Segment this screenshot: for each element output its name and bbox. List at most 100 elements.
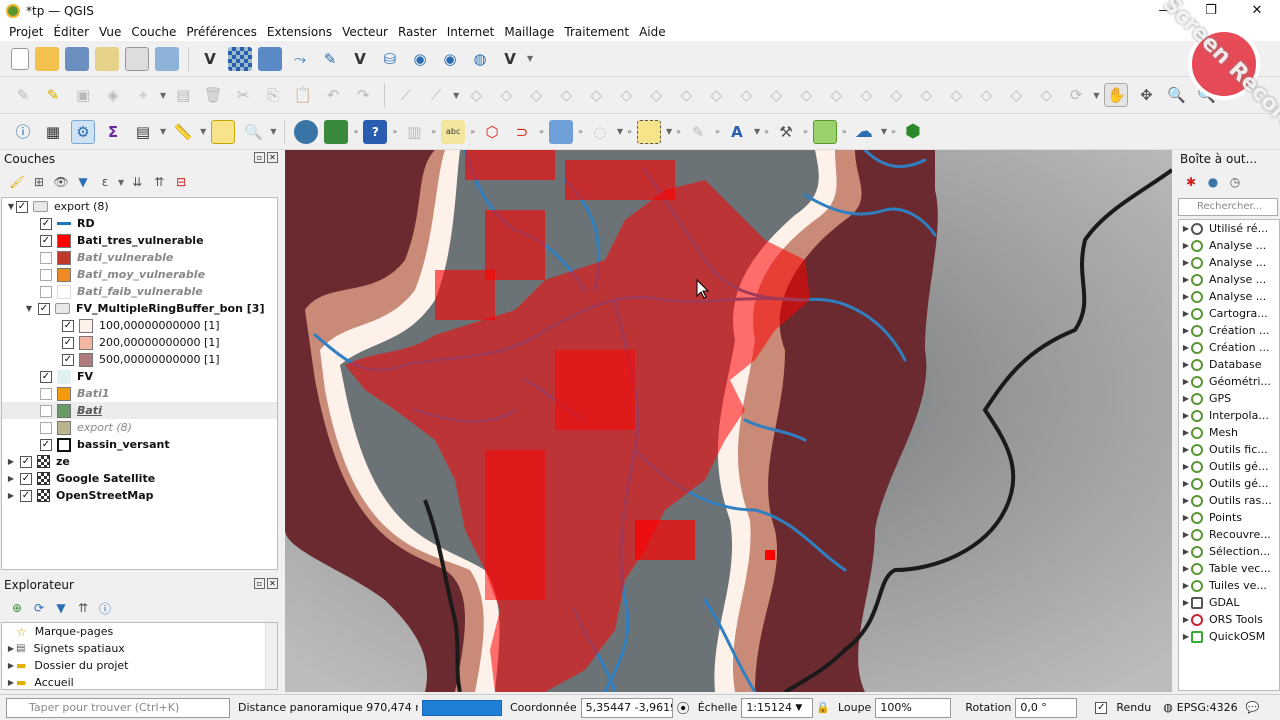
field-calculator-icon[interactable]: ▤ [131,120,155,144]
toggle-extents-icon[interactable]: ⦿ [677,698,690,717]
legend-checkbox[interactable]: ✓ [62,336,74,349]
menu-raster[interactable]: Raster [398,25,437,39]
layer-checkbox[interactable] [40,285,52,298]
chevron-down-icon[interactable]: ▼ [160,91,166,100]
python-scripts-icon[interactable]: ● [1204,173,1222,191]
annotation-icon[interactable]: ◌ [588,120,612,144]
toolbox-item[interactable]: ▶ Outils fic... [1179,441,1279,458]
layer-checkbox[interactable] [40,404,52,417]
layer-checkbox[interactable]: ✓ [40,370,52,383]
add-mesh-layer-icon[interactable] [258,46,282,71]
layer-checkbox[interactable] [40,268,52,281]
new-layer-icon[interactable]: V [498,47,522,71]
adv-tool-5-icon[interactable]: ◇ [584,83,608,107]
adv-tool-1-icon[interactable]: ◇ [464,83,488,107]
toolbox-item[interactable]: ▶ QuickOSM [1179,628,1279,645]
edit-pencil-icon[interactable]: ✎ [11,83,35,107]
python-console-icon[interactable] [294,119,319,144]
save-edits-icon[interactable]: ▣ [71,83,95,107]
add-spatialite-icon[interactable]: ✎ [318,47,342,71]
text-annotation-icon[interactable]: A [725,120,749,144]
toolbox-item[interactable]: ▶ Table vec... [1179,560,1279,577]
chevron-down-icon[interactable]: ▼ [200,127,206,136]
explorer-item-home[interactable]: ▶ ▬ Accueil [2,674,277,689]
expand-arrow-icon[interactable]: ▶ [1181,394,1191,403]
chevron-down-icon[interactable]: ▼ [881,127,887,136]
more-tools-icon[interactable]: » [676,127,681,136]
toolbox-item[interactable]: ▶ Points [1179,509,1279,526]
add-delimited-text-icon[interactable]: ⤳ [288,47,312,71]
more-tools-icon[interactable]: » [470,127,475,136]
menu-traitement[interactable]: Traitement [564,25,629,39]
layer-row-rd[interactable]: ✓ RD [2,215,277,232]
advanced-digitize-icon[interactable]: ✎ [686,120,710,144]
adv-tool-16-icon[interactable]: ◇ [914,83,938,107]
layer-row-ze[interactable]: ▶ ✓ ze [2,453,277,470]
layer-row-bati[interactable]: Bati [2,402,277,419]
properties-icon[interactable]: ⓘ [96,599,114,617]
legend-row-200[interactable]: ✓ 200,00000000000 [1] [2,334,277,351]
expand-arrow-icon[interactable]: ▶ [1181,411,1191,420]
save-project-icon[interactable] [65,46,89,71]
toolbox-item[interactable]: ▶ Outils gé... [1179,458,1279,475]
menu-preferences[interactable]: Préférences [186,25,257,39]
expand-arrow-icon[interactable]: ▶ [6,678,16,687]
more-tools-icon[interactable]: » [353,127,358,136]
layer-checkbox[interactable]: ✓ [16,200,28,213]
scale-field[interactable]: 1:15124 [741,697,814,718]
chevron-down-icon[interactable]: ▼ [1093,91,1099,100]
adv-tool-15-icon[interactable]: ◇ [884,83,908,107]
layer-row-bati-moy-vulnerable[interactable]: Bati_moy_vulnerable [2,266,277,283]
layer-checkbox[interactable]: ✓ [20,472,32,485]
redo-icon[interactable]: ↷ [351,83,375,107]
close-button[interactable]: ✕ [1234,0,1280,22]
cut-features-icon[interactable]: ✂ [231,83,255,107]
plugin-book-icon[interactable] [324,119,349,144]
toolbox-item[interactable]: ▶ Analyse ... [1179,271,1279,288]
chevron-down-icon[interactable]: ▼ [754,127,760,136]
layer-checkbox[interactable] [40,251,52,264]
expand-arrow-icon[interactable]: ▶ [1181,513,1191,522]
add-wfs-icon[interactable]: ◉ [438,47,462,71]
menu-extensions[interactable]: Extensions [267,25,332,39]
menu-editer[interactable]: Éditer [53,25,89,39]
menu-projet[interactable]: Projet [9,25,43,39]
magnifier-field[interactable]: 100% [875,697,952,718]
toolbox-item[interactable]: ▶ Recouvre... [1179,526,1279,543]
layer-checkbox[interactable]: ✓ [40,438,52,451]
legend-checkbox[interactable]: ✓ [62,319,74,332]
expand-arrow-icon[interactable]: ▶ [1181,292,1191,301]
more-tools-icon[interactable]: » [764,127,769,136]
menu-internet[interactable]: Internet [447,25,495,39]
pan-to-selection-icon[interactable]: ✥ [1134,83,1158,107]
close-panel-icon[interactable]: ✕ [267,578,278,589]
layer-row-fv-buffer[interactable]: ▼ ✓ FV_MultipleRingBuffer_bon [3] [2,300,277,317]
adv-tool-3-icon[interactable]: ◇ [524,83,548,107]
expand-arrow-icon[interactable]: ▶ [1181,581,1191,590]
rotate-tool-icon[interactable]: ⟳ [1064,83,1088,107]
toolbox-item[interactable]: ▶ Tuiles ve... [1179,577,1279,594]
more-tools-icon[interactable]: » [891,127,896,136]
menu-aide[interactable]: Aide [639,25,666,39]
map-render[interactable] [285,150,1172,692]
crs-globe-icon[interactable]: ◍ [1163,701,1173,714]
expand-arrow-icon[interactable]: ▶ [1181,224,1191,233]
history-icon[interactable]: ◷ [1226,173,1244,191]
measure-line-icon[interactable]: 📏 [171,120,195,144]
menu-maillage[interactable]: Maillage [504,25,554,39]
close-panel-icon[interactable]: ✕ [267,152,278,163]
adv-tool-2-icon[interactable]: ◇ [494,83,518,107]
float-panel-icon[interactable]: ▫ [254,578,265,589]
toolbox-item[interactable]: ▶ Analyse ... [1179,237,1279,254]
add-raster-layer-icon[interactable] [228,46,252,71]
layer-checkbox[interactable]: ✓ [40,234,52,247]
rotation-field[interactable]: 0,0 ° [1015,697,1078,718]
toolbox-item[interactable]: ▶ Géométri... [1179,373,1279,390]
more-tools-icon[interactable]: » [392,127,397,136]
expand-arrow-icon[interactable]: ▶ [1181,445,1191,454]
label-abc-icon[interactable]: abc [441,119,466,144]
render-checkbox[interactable]: ✓ [1095,701,1108,714]
open-attribute-table-icon[interactable]: ▦ [41,120,65,144]
expand-arrow-icon[interactable]: ▶ [1181,428,1191,437]
menu-vue[interactable]: Vue [99,25,121,39]
